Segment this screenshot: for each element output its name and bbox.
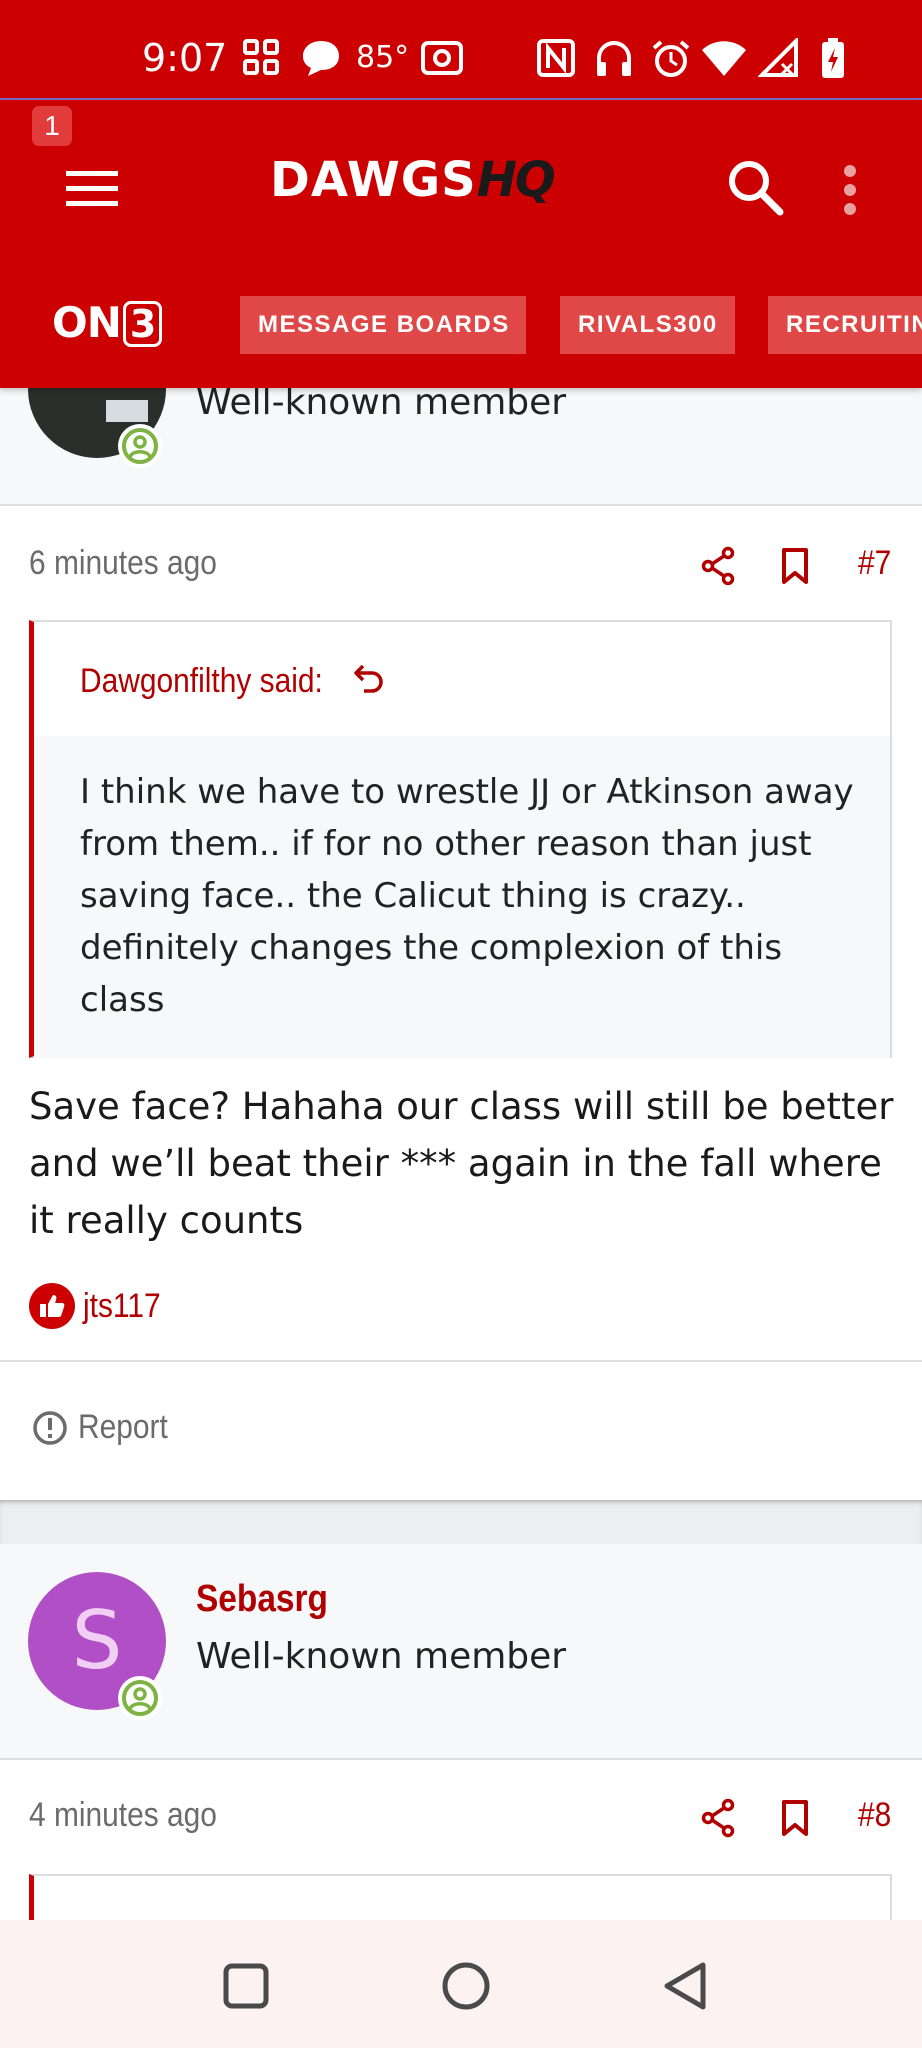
post-actions: #8 [700,1794,900,1844]
nav-chip-label: MESSAGE BOARDS [258,311,510,338]
post-number-link[interactable]: #8 [858,1796,891,1835]
search-icon [729,161,784,216]
divider [0,1360,922,1362]
member-title: Well-known member [196,382,567,423]
status-time: 9:07 [142,36,228,80]
dawgshq-logo[interactable]: DAWGSHQ [270,152,556,208]
post-body: Save face? Hahaha our class will still b… [29,1085,894,1242]
member-title: Well-known member [196,1636,567,1677]
logo-main-text: DAWGS [270,152,477,208]
recents-button[interactable] [216,1956,276,2016]
nav-chip-label: RIVALS300 [578,311,718,338]
battery-charging-icon [822,38,844,78]
chat-bubble-icon [303,41,339,76]
alert-circle-icon [33,1410,67,1445]
system-navigation-bar [0,1920,922,2048]
reaction-summary[interactable]: jts117 [29,1282,171,1330]
bookmark-icon[interactable] [780,546,810,586]
back-button[interactable] [656,1956,716,2016]
app-header: 1 DAWGSHQ ON 3 MESSAGE BOARDS RIVALS300 R… [0,100,922,388]
quote-text: I think we have to wrestle JJ or Atkinso… [34,736,890,1058]
quote-author-link[interactable]: Dawgonfilthy said: [80,662,323,701]
post-separator [0,1500,922,1544]
bookmark-icon[interactable] [780,1798,810,1838]
apps-grid-icon [243,39,279,75]
signal-icon [758,38,798,77]
share-icon[interactable] [700,1798,736,1838]
square-icon [223,1963,269,2009]
post-number-link[interactable]: #7 [858,544,891,583]
status-bar: 9:07 85° [0,0,922,100]
notification-badge[interactable]: 1 [32,106,72,146]
online-status-badge [118,424,162,468]
reaction-user-link[interactable]: jts117 [83,1287,161,1326]
like-reaction-badge [29,1283,75,1329]
jump-to-quote-icon[interactable] [352,662,386,696]
more-vert-icon [844,165,856,215]
user-online-icon [122,428,158,464]
member-name-link[interactable]: Sebasrg [196,1578,328,1621]
post-time[interactable]: 4 minutes ago [29,1796,217,1835]
status-temperature: 85° [356,40,410,75]
hotspot-icon [421,41,463,75]
post-actions: #7 [700,542,900,592]
search-button[interactable] [720,152,790,222]
hamburger-icon [66,171,118,206]
hamburger-menu-button[interactable] [60,146,124,232]
alarm-icon [652,40,690,77]
nav-chip-recruiting[interactable]: RECRUITING [768,296,922,354]
triangle-back-icon [664,1962,706,2010]
more-options-button[interactable] [830,152,870,228]
nav-chip-rivals300[interactable]: RIVALS300 [560,296,735,354]
headphones-icon [597,41,631,76]
report-button[interactable]: Report [32,1408,180,1447]
share-icon[interactable] [700,546,736,586]
nfc-icon [537,39,575,77]
on3-logo[interactable]: ON 3 [52,298,163,347]
post-time[interactable]: 6 minutes ago [29,544,217,583]
quote-block: Dawgonfilthy said: I think we have to wr… [29,620,892,1058]
nav-chip-label: RECRUITING [786,311,922,338]
quote-header: Dawgonfilthy said: [34,622,890,736]
circle-icon [442,1962,490,2010]
wifi-icon [702,41,746,76]
home-button[interactable] [436,1956,496,2016]
report-label: Report [78,1408,168,1446]
logo-accent-text: HQ [476,152,556,208]
nav-chip-message-boards[interactable]: MESSAGE BOARDS [240,296,526,354]
avatar-photo-detail [106,400,148,422]
online-status-badge [118,1676,162,1720]
thumbs-up-icon [40,1295,65,1317]
user-online-icon [122,1680,158,1716]
